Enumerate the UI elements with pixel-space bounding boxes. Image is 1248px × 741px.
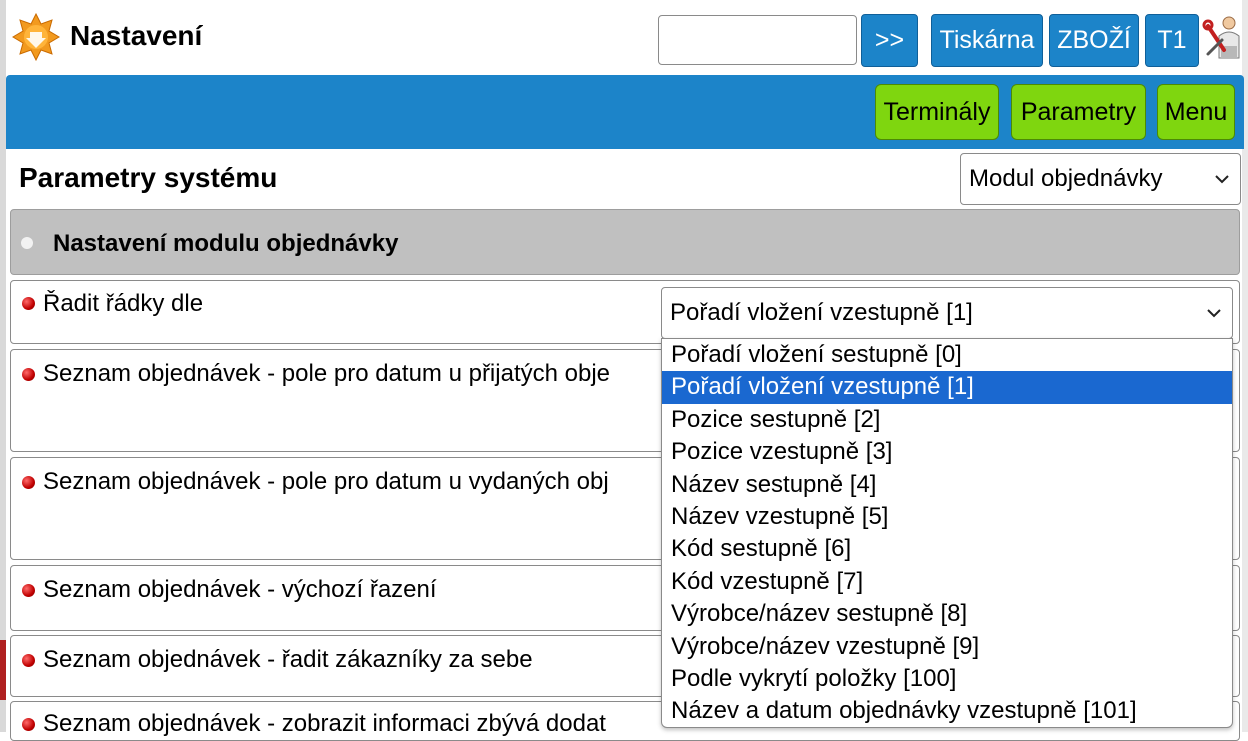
goods-button[interactable]: ZBOŽÍ xyxy=(1049,14,1139,67)
param-label: Seznam objednávek - zobrazit informaci z… xyxy=(43,710,606,737)
dropdown-option[interactable]: Pořadí vložení vzestupně [1] xyxy=(662,371,1232,404)
dropdown-option[interactable]: Název vzestupně [5] xyxy=(662,501,1232,533)
sort-rows-dropdown-list[interactable]: Pořadí vložení sestupně [0] Pořadí vlože… xyxy=(661,338,1233,728)
dropdown-option[interactable]: Název a datum objednávky vzestupně [101] xyxy=(662,695,1232,727)
app-logo-icon xyxy=(12,13,60,61)
menu-button[interactable]: Menu xyxy=(1157,84,1235,140)
module-select[interactable]: Modul objednávky xyxy=(960,153,1241,205)
chevron-down-icon xyxy=(1207,309,1221,318)
dropdown-option[interactable]: Pozice vzestupně [3] xyxy=(662,436,1232,468)
page-title: Parametry systému xyxy=(19,162,278,193)
sort-rows-select[interactable]: Pořadí vložení vzestupně [1] xyxy=(661,287,1233,339)
bullet-icon xyxy=(21,237,33,249)
param-label: Řadit řádky dle xyxy=(43,290,204,317)
section-title: Nastavení modulu objednávky xyxy=(53,230,399,257)
app-title: Nastavení xyxy=(70,20,203,51)
dropdown-option[interactable]: Výrobce/název sestupně [8] xyxy=(662,598,1232,630)
search-input[interactable] xyxy=(658,15,857,65)
module-select-value: Modul objednávky xyxy=(969,165,1163,192)
param-label: Seznam objednávek - pole pro datum u při… xyxy=(43,360,610,387)
dropdown-option[interactable]: Kód sestupně [6] xyxy=(662,533,1232,565)
param-label: Seznam objednávek - pole pro datum u vyd… xyxy=(43,468,609,495)
tools-icon[interactable] xyxy=(1202,14,1244,64)
terminal-t1-button[interactable]: T1 xyxy=(1145,14,1199,67)
terminals-button[interactable]: Terminály xyxy=(875,84,999,140)
parameters-button[interactable]: Parametry xyxy=(1011,84,1146,140)
bullet-icon xyxy=(22,297,35,310)
bullet-icon xyxy=(22,584,35,597)
chevron-down-icon xyxy=(1215,175,1229,184)
param-label: Seznam objednávek - výchozí řazení xyxy=(43,576,437,603)
go-button[interactable]: >> xyxy=(861,14,918,67)
dropdown-option[interactable]: Pozice sestupně [2] xyxy=(662,404,1232,436)
bullet-icon xyxy=(22,718,35,731)
dropdown-option[interactable]: Podle vykrytí položky [100] xyxy=(662,663,1232,695)
printer-button[interactable]: Tiskárna xyxy=(931,14,1043,67)
bullet-icon xyxy=(22,654,35,667)
bullet-icon xyxy=(22,368,35,381)
dropdown-option[interactable]: Výrobce/název vzestupně [9] xyxy=(662,631,1232,663)
section-header[interactable]: Nastavení modulu objednávky xyxy=(10,209,1240,275)
dropdown-option[interactable]: Kód vzestupně [7] xyxy=(662,566,1232,598)
sort-rows-select-value: Pořadí vložení vzestupně [1] xyxy=(670,299,973,326)
param-label: Seznam objednávek - řadit zákazníky za s… xyxy=(43,646,533,673)
dropdown-option[interactable]: Název sestupně [4] xyxy=(662,469,1232,501)
bullet-icon xyxy=(22,476,35,489)
dropdown-option[interactable]: Pořadí vložení sestupně [0] xyxy=(662,339,1232,371)
